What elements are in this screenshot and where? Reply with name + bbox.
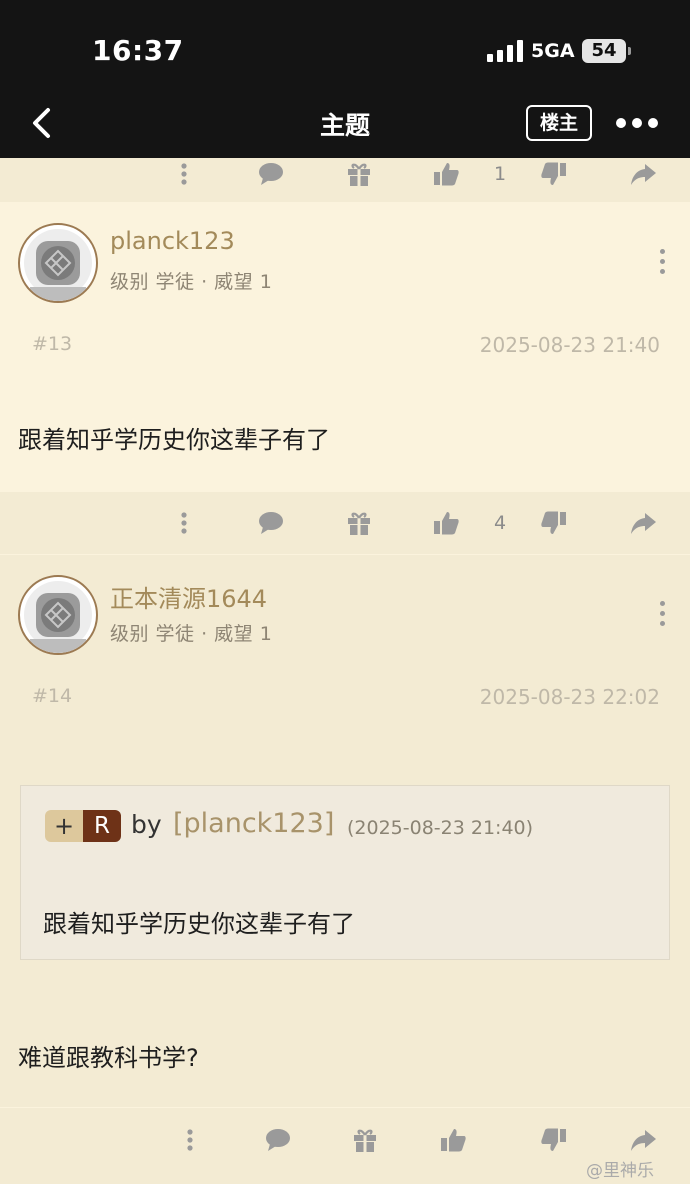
action-bar: 4 [0, 492, 690, 554]
quote-text: 跟着知乎学历史你这辈子有了 [43, 910, 355, 938]
vertical-dots-icon [181, 163, 187, 185]
post-header: planck123 级别 学徒 · 威望 1 [0, 203, 690, 323]
owner-only-button[interactable]: 楼主 [526, 105, 592, 141]
post-more-button[interactable] [658, 247, 668, 277]
quote-plus-tag[interactable]: + [45, 810, 83, 842]
network-label: 5GA [531, 40, 575, 62]
comment-button[interactable] [255, 507, 287, 539]
share-button[interactable] [627, 1124, 659, 1156]
action-bar: 1 [0, 158, 690, 202]
like-icon [441, 1129, 466, 1152]
dislike-icon [541, 511, 566, 534]
avatar[interactable] [18, 575, 98, 655]
username[interactable]: planck123 [110, 227, 235, 255]
quote-username-link[interactable]: [planck123] [173, 808, 334, 839]
post-options-button[interactable] [168, 158, 200, 190]
avatar[interactable] [18, 223, 98, 303]
gift-icon [348, 163, 370, 186]
post-content: 难道跟教科书学? [18, 1044, 199, 1072]
share-icon [631, 1130, 656, 1151]
username[interactable]: 正本清源1644 [110, 579, 267, 614]
post-content: 跟着知乎学历史你这辈子有了 [18, 426, 330, 454]
post-more-button[interactable] [658, 599, 668, 629]
quote-block: + R by [planck123] (2025-08-23 21:40) 跟着… [20, 785, 670, 960]
watermark: @里神乐 [586, 1161, 654, 1181]
more-icon [616, 118, 626, 128]
post-options-button[interactable] [174, 1124, 206, 1156]
gift-button[interactable] [343, 507, 375, 539]
comment-button[interactable] [262, 1124, 294, 1156]
like-button[interactable] [430, 507, 462, 539]
post-time: 2025-08-23 22:02 [479, 685, 660, 709]
avatar-icon [24, 229, 92, 301]
more-menu-button[interactable] [612, 112, 662, 134]
like-button[interactable] [437, 1124, 469, 1156]
dislike-button[interactable] [538, 1124, 570, 1156]
gift-icon [348, 512, 370, 535]
comment-icon [266, 1129, 290, 1151]
signal-icon [487, 40, 523, 62]
like-count: 1 [493, 163, 507, 185]
quote-by-label: by [131, 810, 162, 839]
share-icon [631, 513, 656, 534]
share-icon [631, 164, 656, 185]
comment-icon [259, 512, 283, 534]
floor-number: #14 [32, 685, 73, 707]
dislike-icon [541, 1128, 566, 1151]
status-time: 16:37 [92, 34, 184, 67]
like-button[interactable] [430, 158, 462, 190]
like-count: 4 [493, 512, 507, 534]
vertical-dots-icon [187, 1129, 193, 1151]
gift-icon [354, 1129, 376, 1152]
like-icon [434, 163, 459, 186]
user-level: 级别 学徒 · 威望 1 [110, 271, 273, 293]
dislike-icon [541, 162, 566, 185]
gift-button[interactable] [343, 158, 375, 190]
dislike-button[interactable] [538, 507, 570, 539]
share-button[interactable] [627, 158, 659, 190]
comment-icon [259, 163, 283, 185]
dislike-button[interactable] [538, 158, 570, 190]
quote-time: (2025-08-23 21:40) [347, 817, 534, 839]
battery-icon: 54 [582, 39, 631, 63]
comment-button[interactable] [255, 158, 287, 190]
post-time: 2025-08-23 21:40 [479, 333, 660, 357]
share-button[interactable] [627, 507, 659, 539]
post-options-button[interactable] [168, 507, 200, 539]
like-icon [434, 512, 459, 535]
top-bar: 16:37 5GA 54 主题 楼主 [0, 0, 690, 158]
vertical-dots-icon [181, 512, 187, 534]
quote-reply-tag[interactable]: R [83, 810, 121, 842]
user-level: 级别 学徒 · 威望 1 [110, 623, 273, 645]
gift-button[interactable] [349, 1124, 381, 1156]
floor-number: #13 [32, 333, 73, 355]
avatar-icon [24, 581, 92, 653]
post-header: 正本清源1644 级别 学徒 · 威望 1 [0, 555, 690, 675]
